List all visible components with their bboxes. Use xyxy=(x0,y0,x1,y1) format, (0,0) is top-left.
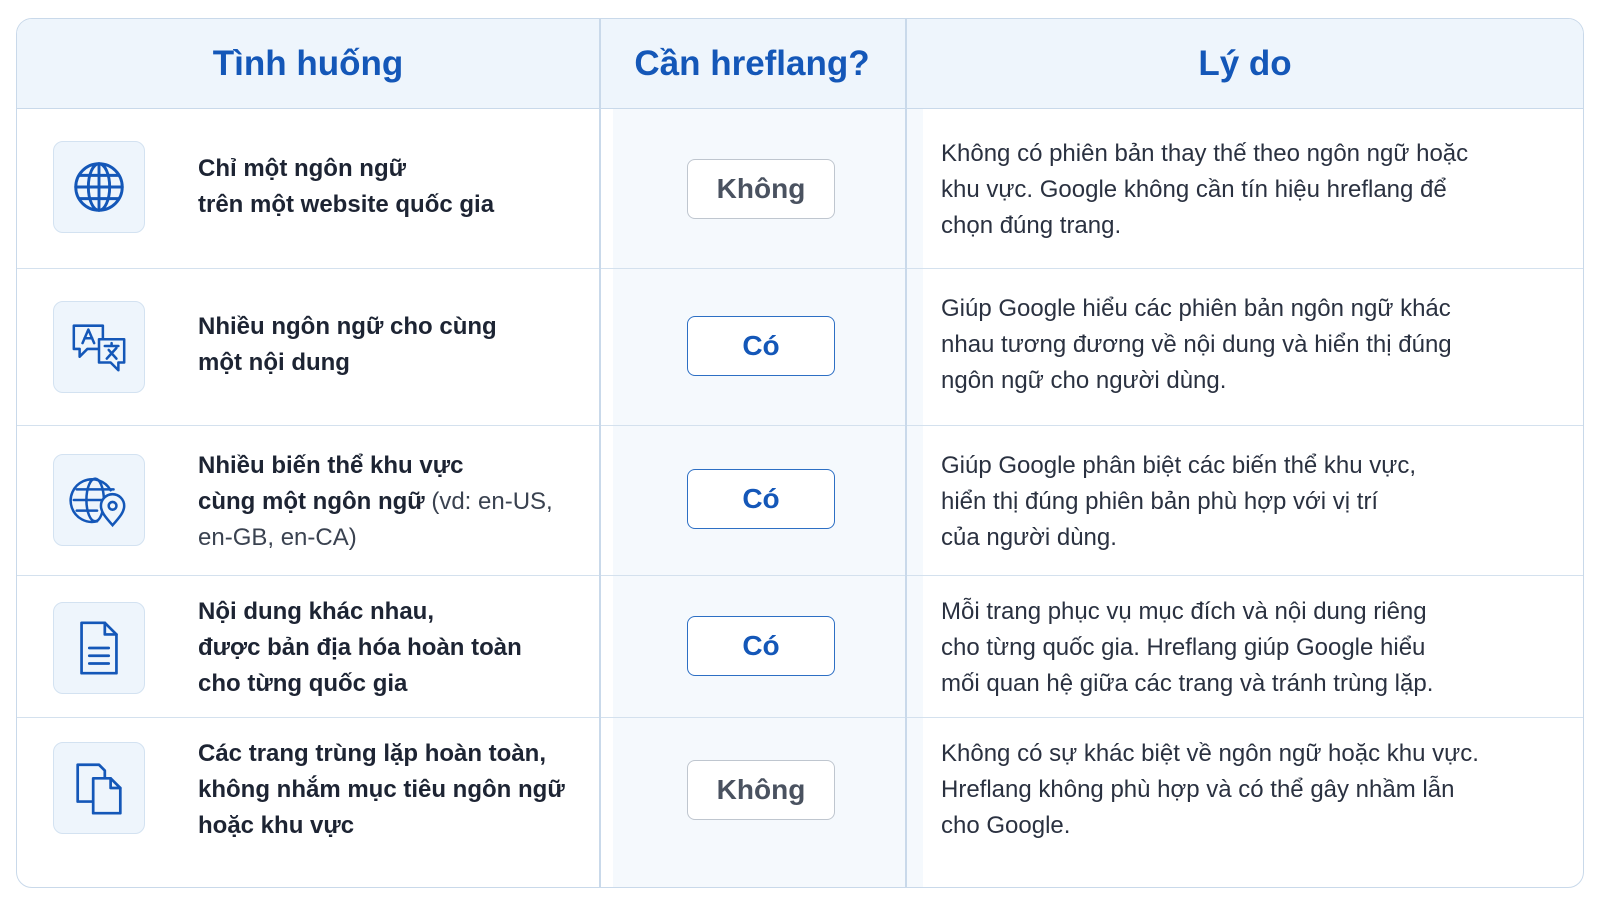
answer-badge-yes: Có xyxy=(687,616,835,676)
reason-line: Không có sự khác biệt về ngôn ngữ hoặc k… xyxy=(941,740,1479,767)
situation-line: Nhiều biến thể khu vực xyxy=(198,452,464,479)
reason-line: chọn đúng trang. xyxy=(941,212,1122,239)
reason-line: của người dùng. xyxy=(941,524,1117,551)
reason-line: hiển thị đúng phiên bản phù hợp với vị t… xyxy=(941,488,1379,515)
column-divider xyxy=(905,19,907,887)
header-reason: Lý do xyxy=(1198,44,1292,83)
table-header: Tình huống Cần hreflang? Lý do xyxy=(17,19,1583,109)
header-situation: Tình huống xyxy=(212,44,404,83)
reason-text: Không có phiên bản thay thế theo ngôn ng… xyxy=(941,136,1541,244)
reason-text: Giúp Google hiểu các phiên bản ngôn ngữ … xyxy=(941,291,1541,399)
situation-text: Nhiều ngôn ngữ cho cùng một nội dung xyxy=(198,309,588,381)
translate-icon xyxy=(53,301,145,393)
situation-line: không nhắm mục tiêu ngôn ngữ xyxy=(198,776,565,803)
situation-line: Nội dung khác nhau, xyxy=(198,598,435,625)
reason-line: Giúp Google hiểu các phiên bản ngôn ngữ … xyxy=(941,295,1451,322)
answer-badge-yes: Có xyxy=(687,469,835,529)
document-icon xyxy=(53,602,145,694)
situation-text: Chỉ một ngôn ngữ trên một website quốc g… xyxy=(198,151,588,223)
reason-line: Mỗi trang phục vụ mục đích và nội dung r… xyxy=(941,598,1427,625)
situation-line: Các trang trùng lặp hoàn toàn, xyxy=(198,740,547,767)
reason-text: Mỗi trang phục vụ mục đích và nội dung r… xyxy=(941,594,1541,702)
reason-line: cho Google. xyxy=(941,812,1071,839)
situation-line: cho từng quốc gia xyxy=(198,670,408,697)
situation-line-main: cùng một ngôn ngữ xyxy=(198,488,425,515)
table-row: Nội dung khác nhau, được bản địa hóa hoà… xyxy=(17,576,1583,718)
table-row: Chỉ một ngôn ngữ trên một website quốc g… xyxy=(17,109,1583,269)
hreflang-table: Tình huống Cần hreflang? Lý do Chỉ một n… xyxy=(16,18,1584,888)
reason-line: khu vực. Google không cần tín hiệu hrefl… xyxy=(941,176,1447,203)
reason-line: cho từng quốc gia. Hreflang giúp Google … xyxy=(941,634,1426,661)
reason-line: nhau tương đương về nội dung và hiển thị… xyxy=(941,331,1452,358)
situation-line: Chỉ một ngôn ngữ xyxy=(198,155,406,182)
table-row: Các trang trùng lặp hoàn toàn, không nhắ… xyxy=(17,718,1583,887)
copy-icon xyxy=(53,742,145,834)
table-row: Nhiều ngôn ngữ cho cùng một nội dung Có … xyxy=(17,269,1583,426)
situation-line: trên một website quốc gia xyxy=(198,191,495,218)
situation-line: cùng một ngôn ngữ (vd: en-US, xyxy=(198,484,588,520)
column-divider xyxy=(599,19,601,887)
situation-line: một nội dung xyxy=(198,349,350,376)
table-row: Nhiều biến thể khu vực cùng một ngôn ngữ… xyxy=(17,426,1583,576)
reason-line: Không có phiên bản thay thế theo ngôn ng… xyxy=(941,140,1469,167)
answer-badge-no: Không xyxy=(687,159,835,219)
situation-line: hoặc khu vực xyxy=(198,812,355,839)
answer-badge-yes: Có xyxy=(687,316,835,376)
globe-icon xyxy=(53,141,145,233)
globe-location-icon xyxy=(53,454,145,546)
reason-text: Giúp Google phân biệt các biến thể khu v… xyxy=(941,448,1541,556)
reason-line: mối quan hệ giữa các trang và tránh trùn… xyxy=(941,670,1434,697)
reason-line: Giúp Google phân biệt các biến thể khu v… xyxy=(941,452,1417,479)
situation-line: Nhiều ngôn ngữ cho cùng xyxy=(198,313,497,340)
reason-line: ngôn ngữ cho người dùng. xyxy=(941,367,1227,394)
situation-text: Nội dung khác nhau, được bản địa hóa hoà… xyxy=(198,594,588,702)
header-need-hreflang: Cần hreflang? xyxy=(634,44,870,83)
answer-badge-no: Không xyxy=(687,760,835,820)
situation-note: en-GB, en-CA) xyxy=(198,524,357,551)
situation-note: (vd: en-US, xyxy=(424,488,553,515)
reason-text: Không có sự khác biệt về ngôn ngữ hoặc k… xyxy=(941,736,1541,844)
situation-text: Các trang trùng lặp hoàn toàn, không nhắ… xyxy=(198,736,588,844)
situation-text: Nhiều biến thể khu vực cùng một ngôn ngữ… xyxy=(198,448,588,556)
reason-line: Hreflang không phù hợp và có thể gây nhầ… xyxy=(941,776,1455,803)
situation-line: được bản địa hóa hoàn toàn xyxy=(198,634,522,661)
